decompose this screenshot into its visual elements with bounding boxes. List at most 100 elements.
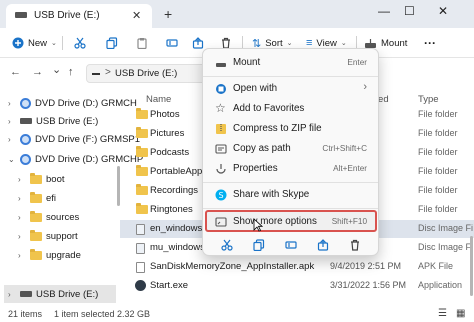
folder-icon — [136, 184, 148, 195]
more-icon: ··· — [424, 36, 436, 50]
up-button[interactable]: ↑ — [68, 66, 74, 78]
chevron-right-icon: › — [18, 193, 21, 203]
file-row[interactable]: SanDiskMemoryZone_AppInstaller.apk 9/4/2… — [120, 258, 474, 276]
tiles-view-icon[interactable]: ▦ — [456, 308, 465, 319]
menu-item-label: Mount — [233, 57, 261, 68]
chevron-right-icon: › — [18, 250, 21, 260]
share-icon[interactable] — [317, 239, 329, 251]
file-date: 3/31/2022 1:56 PM — [330, 280, 407, 290]
file-name: Recordings — [150, 185, 199, 196]
cut-button[interactable] — [74, 34, 86, 52]
menu-item-shortcut: Enter — [347, 58, 367, 67]
menu-item-label: Show more options — [233, 216, 317, 227]
sidebar-item-label: USB Drive (E:) — [36, 288, 99, 300]
sidebar-item-boot[interactable]: › boot — [18, 170, 65, 188]
details-view-icon[interactable]: ☰ — [438, 308, 447, 319]
usb-drive-icon — [20, 291, 32, 297]
menu-item-shortcut: Alt+Enter — [333, 164, 367, 173]
folder-icon — [30, 229, 42, 241]
rename-icon[interactable] — [285, 239, 297, 251]
file-name: Ringtones — [150, 204, 193, 215]
menu-item-share-skype[interactable]: S Share with Skype — [207, 185, 375, 205]
star-icon: ☆ — [215, 101, 226, 115]
menu-item-show-more-options[interactable]: Show more options Shift+F10 — [205, 210, 377, 232]
menu-item-label: Share with Skype — [233, 189, 310, 200]
file-type: Application — [418, 280, 463, 290]
menu-separator — [203, 76, 378, 77]
share-button[interactable] — [192, 34, 204, 52]
file-type: File folder — [418, 185, 458, 195]
properties-icon — [216, 164, 226, 174]
menu-item-mount[interactable]: Mount Enter — [207, 53, 375, 73]
recent-locations-chevron[interactable]: ⌄ — [52, 63, 61, 76]
more-options-icon — [215, 217, 227, 227]
sort-label: Sort — [265, 37, 283, 49]
menu-item-label: Properties — [233, 163, 278, 174]
tab-usb-drive[interactable]: USB Drive (E:) ✕ — [6, 4, 152, 28]
menu-item-label: Compress to ZIP file — [233, 123, 322, 134]
sidebar-item-usb-e-selected[interactable]: › USB Drive (E:) — [4, 285, 116, 303]
file-type: APK File — [418, 261, 454, 271]
copy-button[interactable] — [106, 34, 118, 52]
sidebar-item-support[interactable]: › support — [18, 227, 78, 245]
copy-icon[interactable] — [253, 239, 265, 251]
file-icon — [136, 262, 145, 273]
plus-circle-icon — [12, 37, 24, 49]
column-header-type[interactable]: Type — [418, 94, 439, 105]
zip-icon — [216, 124, 226, 134]
file-name: Podcasts — [150, 147, 190, 158]
sidebar-item-label: boot — [46, 173, 65, 185]
file-date: 9/4/2019 2:51 PM — [330, 261, 402, 271]
app-icon — [135, 280, 146, 291]
navigation-pane: › DVD Drive (D:) GRMCH › USB Drive (E:) … — [0, 86, 143, 306]
folder-icon — [136, 127, 148, 138]
paste-button[interactable] — [136, 34, 148, 52]
menu-item-compress-zip[interactable]: Compress to ZIP file — [207, 119, 375, 139]
menu-item-properties[interactable]: Properties Alt+Enter — [207, 159, 375, 179]
usb-drive-icon — [20, 118, 32, 124]
menu-item-shortcut: Ctrl+Shift+C — [322, 144, 367, 153]
menu-item-open-with[interactable]: Open with › — [207, 79, 375, 99]
share-icon — [192, 37, 204, 49]
address-bar[interactable]: > USB Drive (E:) — [86, 64, 216, 83]
sidebar-item-label: upgrade — [46, 249, 81, 261]
rename-button[interactable] — [166, 34, 178, 52]
folder-icon — [136, 203, 148, 214]
skype-icon: S — [215, 189, 227, 201]
sidebar-item-efi[interactable]: › efi — [18, 189, 56, 207]
menu-item-add-to-favorites[interactable]: ☆ Add to Favorites — [207, 99, 375, 119]
file-type: File folder — [418, 147, 458, 157]
tab-title: USB Drive (E:) — [34, 10, 100, 21]
minimize-button[interactable]: — — [378, 4, 390, 18]
trash-icon[interactable] — [349, 239, 361, 251]
menu-separator — [203, 208, 378, 209]
dvd-icon — [20, 97, 31, 109]
more-button[interactable]: ··· — [424, 34, 436, 52]
file-row[interactable]: Start.exe 3/31/2022 1:56 PM Application — [120, 277, 474, 295]
disc-image-icon — [136, 224, 145, 235]
file-type: File folder — [418, 204, 458, 214]
chevron-right-icon: › — [8, 98, 11, 108]
menu-item-copy-as-path[interactable]: Copy as path Ctrl+Shift+C — [207, 139, 375, 159]
maximize-button[interactable]: ☐ — [404, 4, 415, 18]
tab-close-icon[interactable]: ✕ — [132, 9, 141, 22]
back-button[interactable]: ← — [10, 66, 21, 78]
menu-item-label: Add to Favorites — [233, 103, 305, 114]
folder-icon — [136, 146, 148, 157]
folder-icon — [136, 165, 148, 176]
chevron-right-icon: › — [8, 289, 11, 299]
sidebar-item-label: efi — [46, 192, 57, 204]
file-name: Start.exe — [150, 280, 189, 291]
file-list-scrollbar[interactable] — [470, 236, 473, 296]
new-button[interactable]: New ⌄ — [12, 34, 57, 52]
cut-icon[interactable] — [221, 239, 233, 251]
column-header-name[interactable]: Name — [146, 94, 171, 105]
forward-button[interactable]: → — [32, 66, 43, 78]
sidebar-item-sources[interactable]: › sources — [18, 208, 79, 226]
sidebar-item-usb-e[interactable]: › USB Drive (E:) — [8, 112, 98, 130]
file-name: Pictures — [150, 128, 185, 139]
sidebar-item-dvd-d[interactable]: › DVD Drive (D:) GRMCH — [8, 94, 137, 112]
close-button[interactable]: ✕ — [438, 4, 448, 18]
new-tab-button[interactable]: + — [164, 6, 172, 22]
sidebar-item-upgrade[interactable]: › upgrade — [18, 246, 81, 264]
